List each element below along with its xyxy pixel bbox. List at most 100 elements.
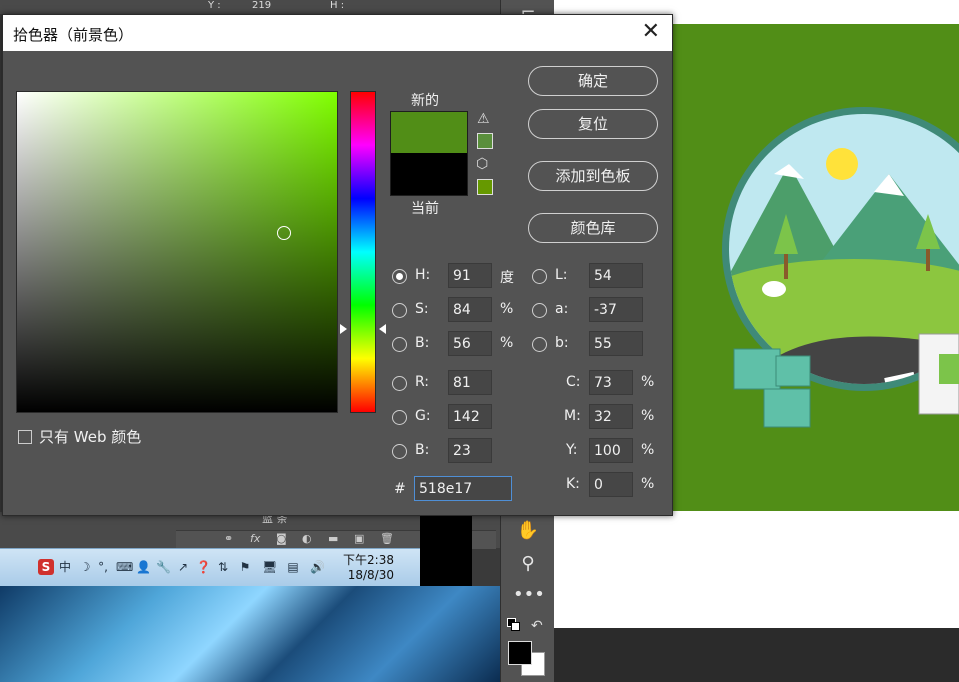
radio-red[interactable] <box>392 376 407 391</box>
lab-l-input[interactable]: 54 <box>589 263 643 288</box>
yellow-unit: % <box>641 442 655 458</box>
hue-slider[interactable] <box>350 91 376 413</box>
black-unit: % <box>641 476 655 492</box>
adjustment-icon[interactable]: ◐ <box>302 532 312 545</box>
lab-b-input[interactable]: 55 <box>589 331 643 356</box>
blue-input[interactable]: 23 <box>448 438 492 463</box>
monitor-icon[interactable]: 🖥 <box>262 559 277 575</box>
cyan-unit: % <box>641 374 655 390</box>
green-label: G: <box>415 408 431 424</box>
radio-lab-b[interactable] <box>532 337 547 352</box>
radio-lightness[interactable] <box>532 269 547 284</box>
radio-hue[interactable] <box>392 269 407 284</box>
hue-unit: 度 <box>500 270 514 286</box>
dialog-titlebar[interactable]: 拾色器（前景色） ✕ <box>3 15 672 51</box>
magenta-input[interactable]: 32 <box>589 404 633 429</box>
radio-lab-a[interactable] <box>532 303 547 318</box>
clock-date: 18/8/30 <box>347 568 394 582</box>
current-color-swatch[interactable] <box>390 153 468 196</box>
saturation-input[interactable]: 84 <box>448 297 492 322</box>
ime-logo-icon[interactable]: S <box>38 559 54 575</box>
radio-saturation[interactable] <box>392 303 407 318</box>
hue-label: H: <box>415 267 431 283</box>
user-icon[interactable]: 👤 <box>136 559 151 575</box>
web-safe-color-swatch[interactable] <box>477 179 493 195</box>
black-input[interactable]: 0 <box>589 472 633 497</box>
flag-icon[interactable]: ⚑ <box>238 559 252 575</box>
wrench-icon[interactable]: 🔧 <box>156 559 171 575</box>
radio-green[interactable] <box>392 410 407 425</box>
gamut-color-swatch[interactable] <box>477 133 493 149</box>
hand-tool-icon[interactable]: ✋ <box>513 518 543 544</box>
new-layer-icon[interactable]: ▣ <box>354 532 364 545</box>
hue-slider-handle-right[interactable] <box>379 324 386 334</box>
more-tools-icon[interactable]: ••• <box>513 582 545 608</box>
ime-mode[interactable]: 中 <box>58 559 72 575</box>
box <box>763 388 811 428</box>
green-input[interactable]: 142 <box>448 404 492 429</box>
web-colors-only-checkbox[interactable] <box>18 430 32 444</box>
link-icon[interactable]: ⚭ <box>224 532 233 545</box>
brightness-unit: % <box>500 335 514 351</box>
desktop-wallpaper <box>0 586 500 682</box>
taskbar: S 中 ☽ °, ⌨ 👤 🔧 ↗ ❓ ⇅ ⚑ 🖥 ▤ 🔊 下午2:38 18/8… <box>0 548 420 587</box>
color-libraries-button[interactable]: 颜色库 <box>528 213 658 243</box>
black-label: K: <box>566 476 580 492</box>
cyan-label: C: <box>566 374 581 390</box>
punctuation-icon[interactable]: °, <box>96 559 110 575</box>
lab-a-label: a: <box>555 301 569 317</box>
network-icon[interactable]: ⇅ <box>216 559 230 575</box>
clock-time: 下午2:38 <box>343 553 394 567</box>
brightness-input[interactable]: 56 <box>448 331 492 356</box>
reset-button[interactable]: 复位 <box>528 109 658 139</box>
external-icon[interactable]: ↗ <box>176 559 190 575</box>
cyan-input[interactable]: 73 <box>589 370 633 395</box>
new-color-swatch <box>390 111 468 154</box>
swap-colors-icon[interactable]: ↶ <box>531 618 543 634</box>
web-colors-only-label: 只有 Web 颜色 <box>39 428 142 446</box>
color-field-picker[interactable] <box>277 226 291 240</box>
yellow-input[interactable]: 100 <box>589 438 633 463</box>
fx-icon[interactable]: fx <box>250 532 260 545</box>
box <box>775 355 811 387</box>
ok-button[interactable]: 确定 <box>528 66 658 96</box>
folder-icon[interactable]: ▬ <box>328 532 338 545</box>
moon-icon[interactable]: ☽ <box>78 559 92 575</box>
yellow-label: Y: <box>566 442 578 458</box>
tray-clock[interactable]: 下午2:38 18/8/30 <box>343 553 394 583</box>
hue-slider-handle-left[interactable] <box>340 324 347 334</box>
default-colors-icon[interactable] <box>507 618 520 631</box>
device-icon[interactable]: ▤ <box>286 559 300 575</box>
color-field[interactable] <box>16 91 338 413</box>
lab-b-label: b: <box>555 335 569 351</box>
mask-icon[interactable]: ◙ <box>276 532 287 545</box>
hex-label: # <box>394 481 406 497</box>
foreground-color-swatch[interactable] <box>508 641 532 665</box>
red-input[interactable]: 81 <box>448 370 492 395</box>
hue-input[interactable]: 91 <box>448 263 492 288</box>
saturation-unit: % <box>500 301 514 317</box>
close-icon[interactable]: ✕ <box>642 20 660 44</box>
dialog-title: 拾色器（前景色） <box>13 26 134 44</box>
trash-icon[interactable]: 🗑 <box>380 532 394 545</box>
color-picker-dialog: 拾色器（前景色） ✕ 新的 当前 ⚠ ⬡ 确定 复位 添加到色板 颜色库 H: … <box>2 14 673 516</box>
current-color-label: 当前 <box>411 201 439 217</box>
magenta-unit: % <box>641 408 655 424</box>
help-icon[interactable]: ❓ <box>196 559 211 575</box>
add-to-swatches-button[interactable]: 添加到色板 <box>528 161 658 191</box>
saturation-label: S: <box>415 301 429 317</box>
info-panel-strip: Y : 219 H : <box>0 0 500 14</box>
keyboard-icon[interactable]: ⌨ <box>116 559 133 575</box>
magenta-label: M: <box>564 408 581 424</box>
lab-a-input[interactable]: -37 <box>589 297 643 322</box>
box <box>733 348 781 390</box>
red-label: R: <box>415 374 430 390</box>
new-color-label: 新的 <box>411 93 439 109</box>
radio-brightness[interactable] <box>392 337 407 352</box>
web-safe-cube-icon[interactable]: ⬡ <box>476 156 488 172</box>
radio-blue[interactable] <box>392 444 407 459</box>
gamut-warning-icon[interactable]: ⚠ <box>477 111 490 127</box>
hex-input[interactable]: 518e17 <box>414 476 512 501</box>
zoom-tool-icon[interactable]: ⚲ <box>513 551 543 577</box>
volume-icon[interactable]: 🔊 <box>310 559 325 575</box>
